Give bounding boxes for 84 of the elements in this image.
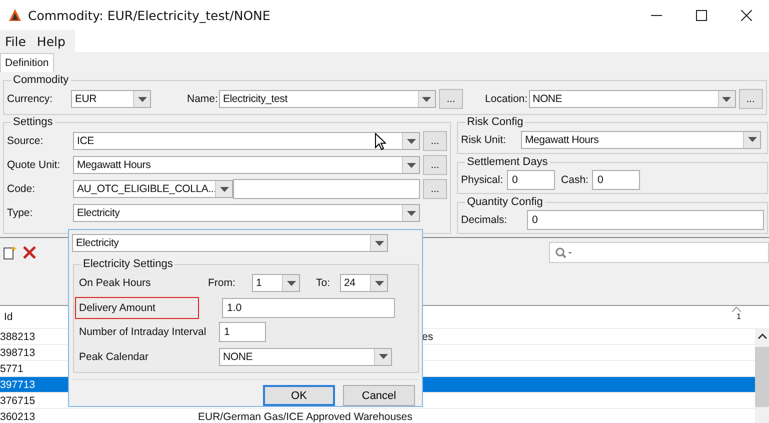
dropdown[interactable]: Megawatt Hours [521,130,761,148]
app-logo-icon [8,8,22,22]
dialog-button[interactable]: Cancel [343,385,415,406]
field-label: Delivery Amount [76,298,198,318]
group-title: Quantity Config [466,196,544,208]
browse-button[interactable]: ... [738,89,763,109]
dropdown[interactable]: NONE [528,90,736,108]
delete-icon[interactable] [22,245,37,260]
input-field[interactable]: 0 [507,170,556,190]
menu-item[interactable]: File [0,30,32,52]
input-field[interactable]: 0 [527,210,764,230]
caret-icon [748,137,756,142]
browse-button[interactable]: ... [423,179,447,199]
dropdown[interactable]: AU_OTC_ELIGIBLE_COLLA... [73,180,233,198]
caret-icon [378,354,388,360]
dropdown[interactable]: 1 [252,274,300,292]
field-label: Type: [7,207,34,219]
table-row[interactable]: 360213 EUR/German Gas/ICE Approved Warehouses [0,408,755,423]
caret-icon [406,138,416,144]
menu-item[interactable]: Help [32,30,76,52]
dropdown[interactable]: Electricity_test [218,90,436,108]
input-field[interactable]: 1 [219,322,266,342]
field-label: Name: [187,93,218,105]
field-label: Cash: [561,174,588,186]
table-cell-text: 360213 [0,410,36,422]
column-header[interactable]: Id [0,311,13,323]
table-cell-text: 376715 [0,394,36,406]
caret-icon [422,96,432,102]
input-field[interactable] [233,179,420,199]
dropdown[interactable]: NONE [219,348,392,366]
caret-icon [406,210,416,216]
sort-order: 1 [736,312,741,321]
table-cell-text: 398713 [0,346,36,358]
scrollbar-thumb[interactable] [755,347,769,407]
field-label: Source: [7,135,44,147]
scrollbar[interactable] [755,328,769,423]
dropdown[interactable]: EUR [71,90,151,108]
close-icon[interactable] [741,10,752,20]
window-title: Commodity: EUR/Electricity_test/NONE [28,8,270,22]
search-icon [555,246,573,258]
field-label: Code: [7,183,36,195]
field-label: Risk Unit: [461,134,507,146]
field-label: Number of Intraday Interval [79,326,208,338]
new-document-icon[interactable] [2,244,18,260]
browse-button[interactable]: ... [423,155,447,175]
browse-button[interactable]: ... [438,89,463,109]
table-cell-text: 397713 [0,378,36,390]
browse-button[interactable]: ... [423,131,447,151]
caret-icon [374,280,384,286]
dropdown[interactable]: 24 [340,274,388,292]
input-field[interactable]: 0 [592,170,640,190]
field-label: Physical: [461,174,504,186]
input-field[interactable]: 1.0 [222,298,395,318]
dropdown[interactable]: Electricity [72,234,388,252]
table-cell: EUR/German Gas/ICE Approved Warehouses [198,410,412,422]
field-label: Location: [484,93,528,105]
maximize-icon[interactable] [696,10,707,20]
caret-icon [722,96,732,102]
caret-icon [374,240,384,246]
dropdown[interactable]: Electricity [73,204,420,222]
table-cell-text: 5771 [0,362,24,374]
field-label: To: [316,277,332,290]
dropdown[interactable]: Megawatt Hours [73,156,420,174]
field-label: Quote Unit: [7,159,62,171]
caret-icon [138,96,146,102]
group-title: Settlement Days [466,156,549,168]
caret-icon [406,162,416,168]
field-label: Currency: [7,93,54,105]
search-field[interactable] [549,242,769,263]
group-title: Electricity Settings [82,258,174,270]
table-cell-text: 388213 [0,330,36,342]
tab[interactable]: Definition [0,53,54,72]
cursor-icon [375,133,386,150]
caret-icon [220,186,228,192]
field-label: From: [208,277,236,290]
field-label: Decimals: [461,214,508,226]
dropdown[interactable]: ICE [73,132,420,150]
group-title: Risk Config [466,116,524,128]
group-title: Commodity [12,74,70,86]
field-label: Peak Calendar [79,350,150,363]
group-title: Settings [12,116,54,128]
caret-icon [286,280,296,286]
scroll-up-icon[interactable] [758,333,766,339]
dialog-button[interactable]: OK [263,385,335,406]
